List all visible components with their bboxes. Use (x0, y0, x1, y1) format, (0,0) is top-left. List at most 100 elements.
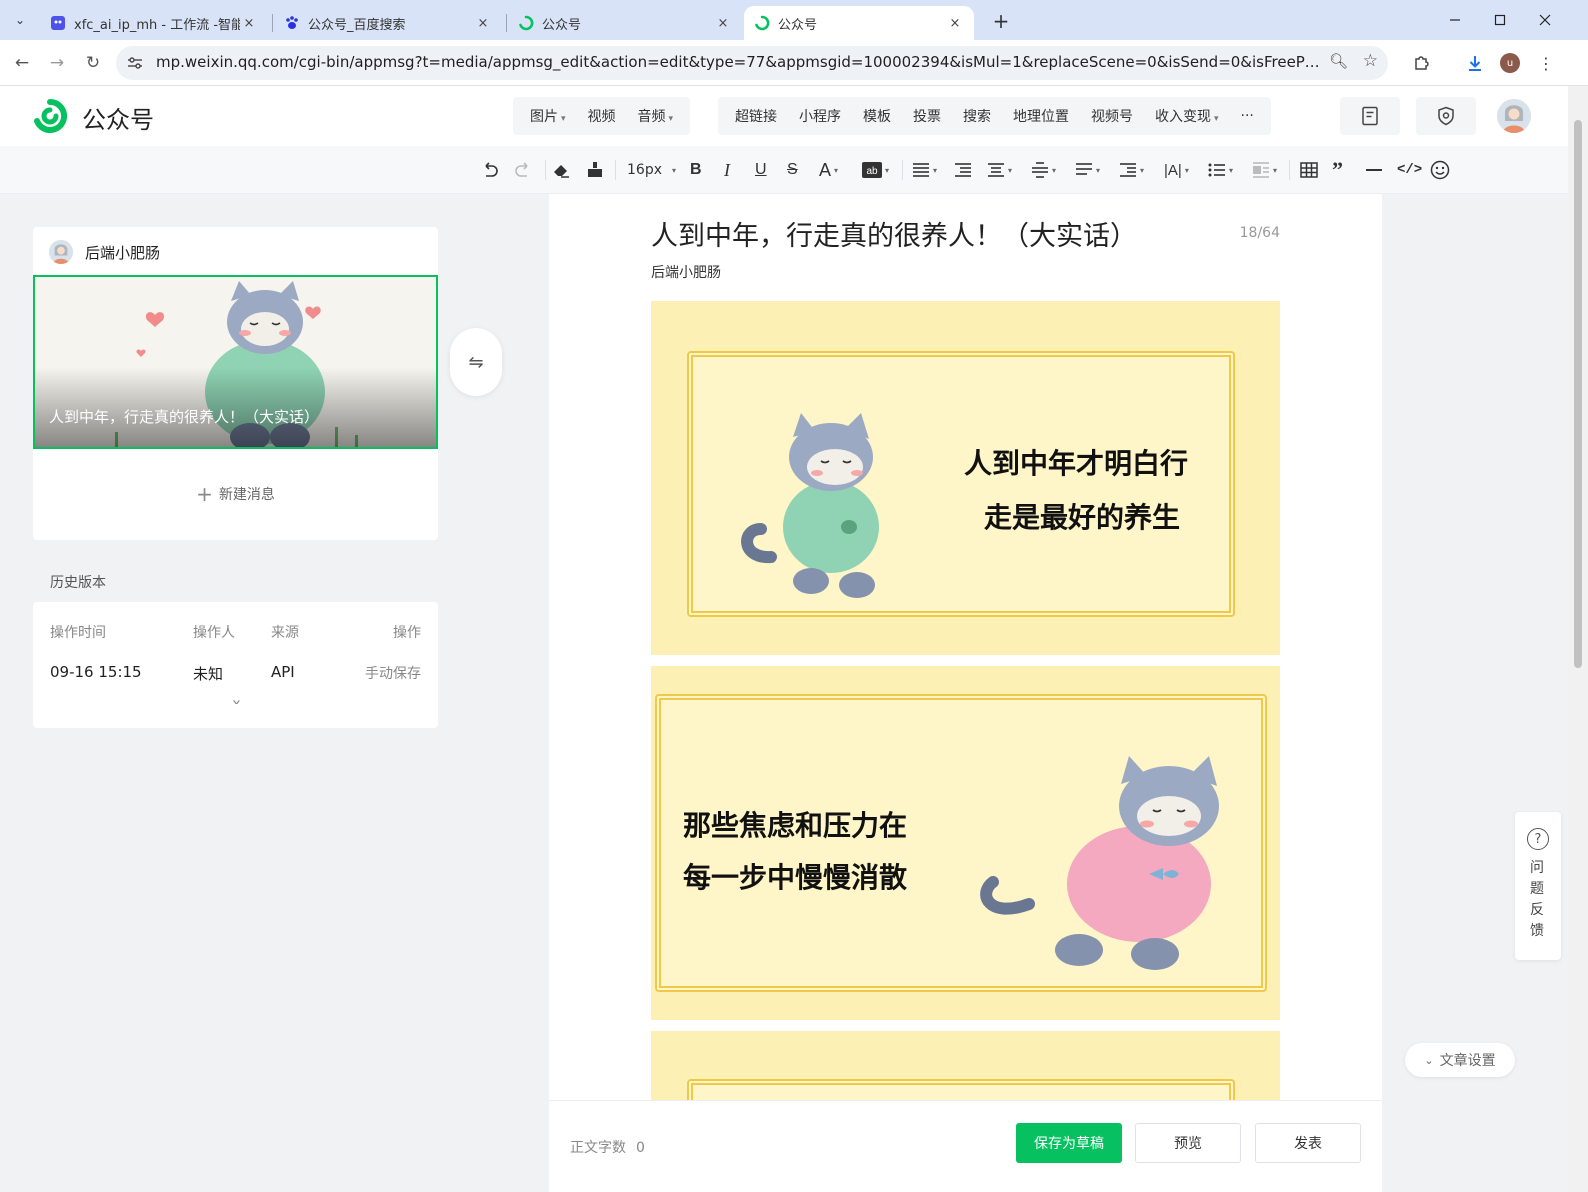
article-author-input[interactable]: 后端小肥肠 (651, 262, 721, 282)
draft-box-icon[interactable] (1340, 97, 1400, 135)
editor-canvas[interactable]: 人到中年，行走真的很养人！（大实话） 18/64 后端小肥肠 人到中年才明白行 … (549, 194, 1382, 1100)
list-icon[interactable]: ▾ (1208, 158, 1233, 182)
site-settings-icon[interactable] (126, 54, 144, 72)
insert-miniprogram-button[interactable]: 小程序 (788, 106, 852, 126)
history-label: 历史版本 (50, 575, 106, 591)
url-text[interactable]: mp.weixin.qq.com/cgi-bin/appmsg?t=media/… (156, 53, 1326, 71)
insert-image-button[interactable]: 图片 ▾ (519, 106, 577, 126)
browser-tab-baidu[interactable]: 公众号_百度搜索 × (274, 6, 502, 40)
article-image-1[interactable]: 人到中年才明白行 走是最好的养生 (651, 301, 1280, 655)
insert-template-button[interactable]: 模板 (852, 106, 902, 126)
minimize-icon[interactable] (1432, 6, 1478, 34)
indent-icon[interactable] (954, 158, 972, 182)
tab-title: xfc_ai_ip_mh - 工作流 -智能体 (74, 17, 240, 33)
browser-address-bar: ← → ↻ mp.weixin.qq.com/cgi-bin/appmsg?t=… (0, 40, 1588, 86)
more-menu-icon[interactable]: ⋮ (1532, 49, 1560, 77)
close-icon[interactable]: × (946, 16, 964, 31)
letter-spacing-icon[interactable]: ▾ (1075, 158, 1100, 182)
text-width-icon[interactable]: |A| ▾ (1164, 158, 1189, 182)
user-avatar[interactable] (1497, 99, 1531, 133)
brand-title: 公众号 (82, 106, 154, 134)
new-tab-button[interactable]: + (988, 8, 1014, 34)
paragraph-spacing-icon[interactable]: ▾ (987, 158, 1012, 182)
save-draft-button[interactable]: 保存为草稿 (1016, 1123, 1122, 1163)
divider-line-icon[interactable] (1365, 158, 1383, 182)
omnibox[interactable]: mp.weixin.qq.com/cgi-bin/appmsg?t=media/… (116, 46, 1388, 80)
insert-channels-button[interactable]: 视频号 (1080, 106, 1144, 126)
outdent-icon[interactable]: ▾ (1119, 158, 1144, 182)
strikethrough-icon[interactable]: S (787, 158, 798, 182)
swap-layout-icon[interactable]: ⇋ (450, 328, 502, 396)
undo-icon[interactable] (481, 158, 499, 182)
tab-search-menu-icon[interactable]: ⌄ (6, 6, 34, 34)
code-icon[interactable]: </> (1397, 158, 1422, 182)
monetization-button[interactable]: 收入变现 ▾ (1144, 106, 1230, 126)
align-icon[interactable]: ▾ (912, 158, 937, 182)
expand-chevron-down-icon[interactable]: ˅ (231, 700, 242, 716)
emoji-icon[interactable] (1430, 158, 1450, 182)
quote-icon[interactable]: ” (1332, 157, 1343, 182)
back-arrow-icon[interactable]: ← (8, 49, 36, 77)
redo-icon[interactable] (514, 158, 532, 182)
article-image-3[interactable] (651, 1031, 1280, 1100)
underline-icon[interactable]: U (755, 158, 767, 182)
toolbar-divider (545, 160, 546, 180)
scrollbar-thumb[interactable] (1574, 120, 1582, 668)
font-size-select[interactable]: 16px ▾ (627, 158, 676, 182)
insert-audio-button[interactable]: 音频 ▾ (627, 106, 685, 126)
close-icon[interactable]: × (714, 16, 732, 31)
originality-shield-icon[interactable] (1416, 97, 1476, 135)
extensions-puzzle-icon[interactable] (1408, 49, 1436, 77)
word-count: 正文字数 0 (570, 1140, 645, 1156)
highlight-color-icon[interactable]: ab ▾ (862, 158, 889, 182)
history-row-time: 09-16 15:15 (50, 663, 142, 681)
insert-location-button[interactable]: 地理位置 (1002, 106, 1080, 126)
forward-arrow-icon[interactable]: → (43, 49, 71, 77)
image-caption-line-1: 人到中年才明白行 (964, 447, 1189, 480)
format-painter-icon[interactable] (586, 158, 604, 182)
history-card: 操作时间 操作人 来源 操作 09-16 15:15 未知 API 手动保存 ˅ (33, 602, 438, 728)
insert-video-button[interactable]: 视频 (577, 106, 627, 126)
article-list-card: 后端小肥肠 人到中年，行走真的很养人！（大实话） + 新建消息 (33, 227, 438, 540)
insert-vote-button[interactable]: 投票 (902, 106, 952, 126)
zoom-icon[interactable]: 🔍︎ (1329, 52, 1348, 70)
maximize-icon[interactable] (1477, 6, 1523, 34)
new-message-button[interactable]: + 新建消息 (33, 482, 438, 506)
article-image-2[interactable]: 那些焦虑和压力在 每一步中慢慢消散 (651, 666, 1280, 1020)
float-image-icon[interactable]: ▾ (1252, 158, 1277, 182)
toolbar-divider (902, 160, 903, 180)
insert-hyperlink-button[interactable]: 超链接 (724, 106, 788, 126)
font-color-icon[interactable]: A ▾ (819, 158, 838, 182)
browser-tab-weixin-active[interactable]: 公众号 × (744, 6, 974, 40)
more-tools-button[interactable]: ··· (1230, 108, 1265, 124)
download-icon[interactable] (1461, 49, 1489, 77)
feedback-button[interactable]: ? 问题反馈 (1515, 812, 1561, 960)
history-col-action: 操作 (393, 625, 421, 641)
page-scrollbar[interactable] (1568, 86, 1588, 1192)
table-icon[interactable] (1300, 158, 1318, 182)
profile-avatar[interactable]: u (1500, 53, 1520, 73)
close-icon[interactable]: × (474, 16, 492, 31)
article-settings-button[interactable]: ⌄ 文章设置 (1405, 1043, 1515, 1077)
weixin-mp-logo[interactable] (32, 98, 68, 134)
preview-button[interactable]: 预览 (1135, 1123, 1241, 1163)
italic-icon[interactable]: I (724, 158, 730, 182)
cover-title: 人到中年，行走真的很养人！（大实话） (49, 408, 320, 426)
clear-format-eraser-icon[interactable] (552, 158, 570, 182)
app-header: 公众号 图片 ▾ 视频 音频 ▾ 超链接 小程序 模板 投票 搜索 地理位置 视频号… (0, 86, 1568, 146)
article-title-input[interactable]: 人到中年，行走真的很养人！（大实话） (651, 214, 1137, 253)
line-height-icon[interactable]: ▾ (1031, 158, 1056, 182)
bookmark-star-icon[interactable]: ☆ (1363, 51, 1378, 71)
close-icon[interactable]: × (240, 16, 258, 31)
browser-tab-coze[interactable]: xfc_ai_ip_mh - 工作流 -智能体 × (40, 6, 268, 40)
history-row-action[interactable]: 手动保存 (365, 663, 421, 683)
browser-tab-weixin[interactable]: 公众号 × (508, 6, 742, 40)
tab-title: 公众号_百度搜索 (308, 17, 406, 33)
reload-icon[interactable]: ↻ (79, 49, 107, 77)
publish-button[interactable]: 发表 (1255, 1123, 1361, 1163)
insert-search-button[interactable]: 搜索 (952, 106, 1002, 126)
bold-icon[interactable]: B (690, 158, 702, 182)
browser-tab-bar: ⌄ xfc_ai_ip_mh - 工作流 -智能体 × 公众号_百度搜索 × 公… (0, 0, 1588, 40)
article-cover-selected[interactable]: 人到中年，行走真的很养人！（大实话） (33, 275, 438, 449)
window-close-icon[interactable] (1522, 6, 1568, 34)
